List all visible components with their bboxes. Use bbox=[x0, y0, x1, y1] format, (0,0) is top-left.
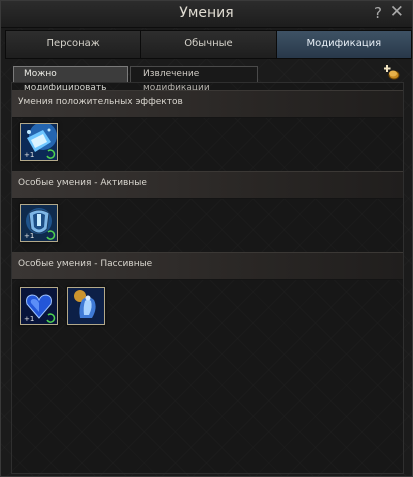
window-title: Умения bbox=[179, 5, 234, 21]
section-special-passive: Особые умения - Пассивные bbox=[12, 252, 403, 280]
svg-text:+1: +1 bbox=[24, 151, 34, 159]
title-bar[interactable]: Умения ? ✕ bbox=[1, 1, 412, 28]
main-tab-bar: Персонаж Обычные Модификация bbox=[5, 30, 412, 59]
sub-tab-bar: Можно модифицировать Извлечение модифика… bbox=[13, 66, 260, 93]
blue-spirit-skill-icon[interactable] bbox=[67, 287, 105, 325]
tab-character[interactable]: Персонаж bbox=[6, 31, 142, 58]
blue-heart-skill-icon[interactable]: +1 bbox=[20, 287, 58, 325]
subtab-extract-modification[interactable]: Извлечение модификации bbox=[130, 66, 258, 93]
blue-book-skill-icon[interactable]: +1 bbox=[20, 123, 58, 161]
svg-text:+1: +1 bbox=[24, 232, 34, 240]
subtab-modifiable[interactable]: Можно модифицировать bbox=[13, 66, 128, 93]
help-icon[interactable]: ? bbox=[374, 4, 382, 22]
close-icon[interactable]: ✕ bbox=[390, 2, 404, 22]
tab-modification[interactable]: Модификация bbox=[276, 31, 411, 58]
skills-window: Умения ? ✕ Персонаж Обычные Модификация … bbox=[0, 0, 413, 477]
skills-panel: Умения положительных эффектов +1 Особые … bbox=[11, 82, 404, 474]
coins-plus-icon[interactable] bbox=[383, 64, 400, 80]
svg-text:+1: +1 bbox=[24, 315, 34, 323]
section-label: Умения положительных эффектов bbox=[18, 97, 183, 107]
section-label: Особые умения - Активные bbox=[18, 178, 147, 188]
tab-common[interactable]: Обычные bbox=[141, 31, 277, 58]
section-label: Особые умения - Пассивные bbox=[18, 259, 153, 269]
section-special-active: Особые умения - Активные bbox=[12, 171, 403, 199]
blue-armor-skill-icon[interactable]: +1 bbox=[20, 204, 58, 242]
section-buff-skills: Умения положительных эффектов bbox=[12, 90, 403, 118]
